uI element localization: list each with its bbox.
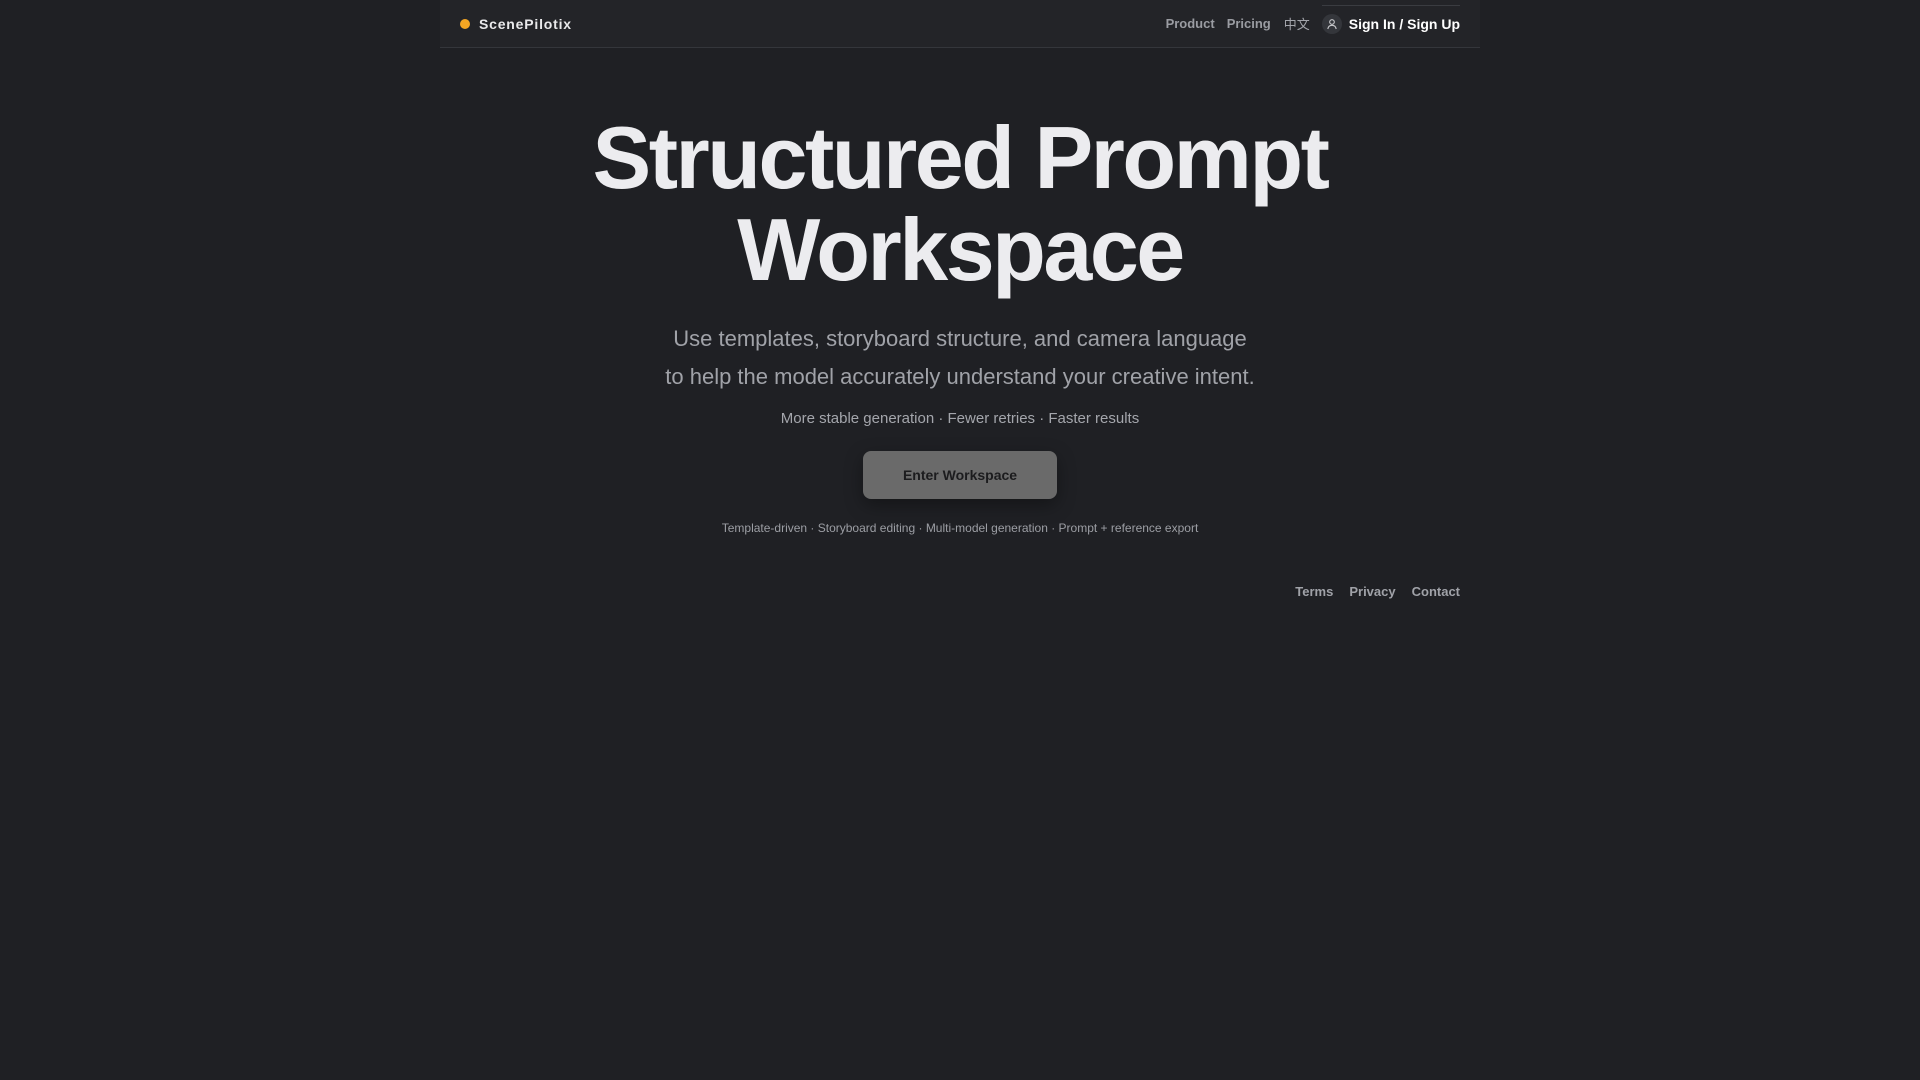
sign-in-label: Sign In / Sign Up: [1348, 15, 1460, 32]
hero-benefits: More stable generation · Fewer retries ·…: [780, 410, 1140, 427]
language-switch[interactable]: 中文: [1284, 14, 1310, 33]
hero-subtitle-line-2: to help the model accurately understand …: [665, 364, 1255, 389]
nav-link-pricing[interactable]: Pricing: [1227, 16, 1271, 31]
nav-link-product[interactable]: Product: [1166, 16, 1215, 31]
top-navigation-bar: ScenePilotix Product Pricing 中文 Sign In …: [440, 0, 1480, 48]
hero-subtitle-line-1: Use templates, storyboard structure, and…: [673, 326, 1247, 351]
footer-link-contact[interactable]: Contact: [1412, 584, 1460, 599]
brand-dot-icon: [460, 18, 470, 29]
footer-links: Terms Privacy Contact: [1295, 584, 1460, 599]
page-title-line-2: Workspace: [737, 200, 1185, 299]
page-title: Structured Prompt Workspace: [0, 112, 1920, 296]
hero-subtitle: Use templates, storyboard structure, and…: [510, 320, 1410, 396]
feature-list: Template-driven · Storyboard editing · M…: [721, 521, 1199, 535]
footer-link-terms[interactable]: Terms: [1295, 584, 1333, 599]
hero-section: Structured Prompt Workspace Use template…: [0, 112, 1920, 536]
brand-name: ScenePilotix: [479, 15, 572, 32]
page-title-line-1: Structured Prompt: [592, 108, 1330, 207]
sign-in-button[interactable]: Sign In / Sign Up: [1321, 4, 1461, 34]
user-icon: [1321, 13, 1342, 34]
footer-link-privacy[interactable]: Privacy: [1349, 584, 1395, 599]
main-nav: Product Pricing 中文 Sign In / Sign Up: [1166, 4, 1461, 34]
brand-logo[interactable]: ScenePilotix: [460, 16, 572, 32]
enter-workspace-button[interactable]: Enter Workspace: [863, 451, 1057, 499]
